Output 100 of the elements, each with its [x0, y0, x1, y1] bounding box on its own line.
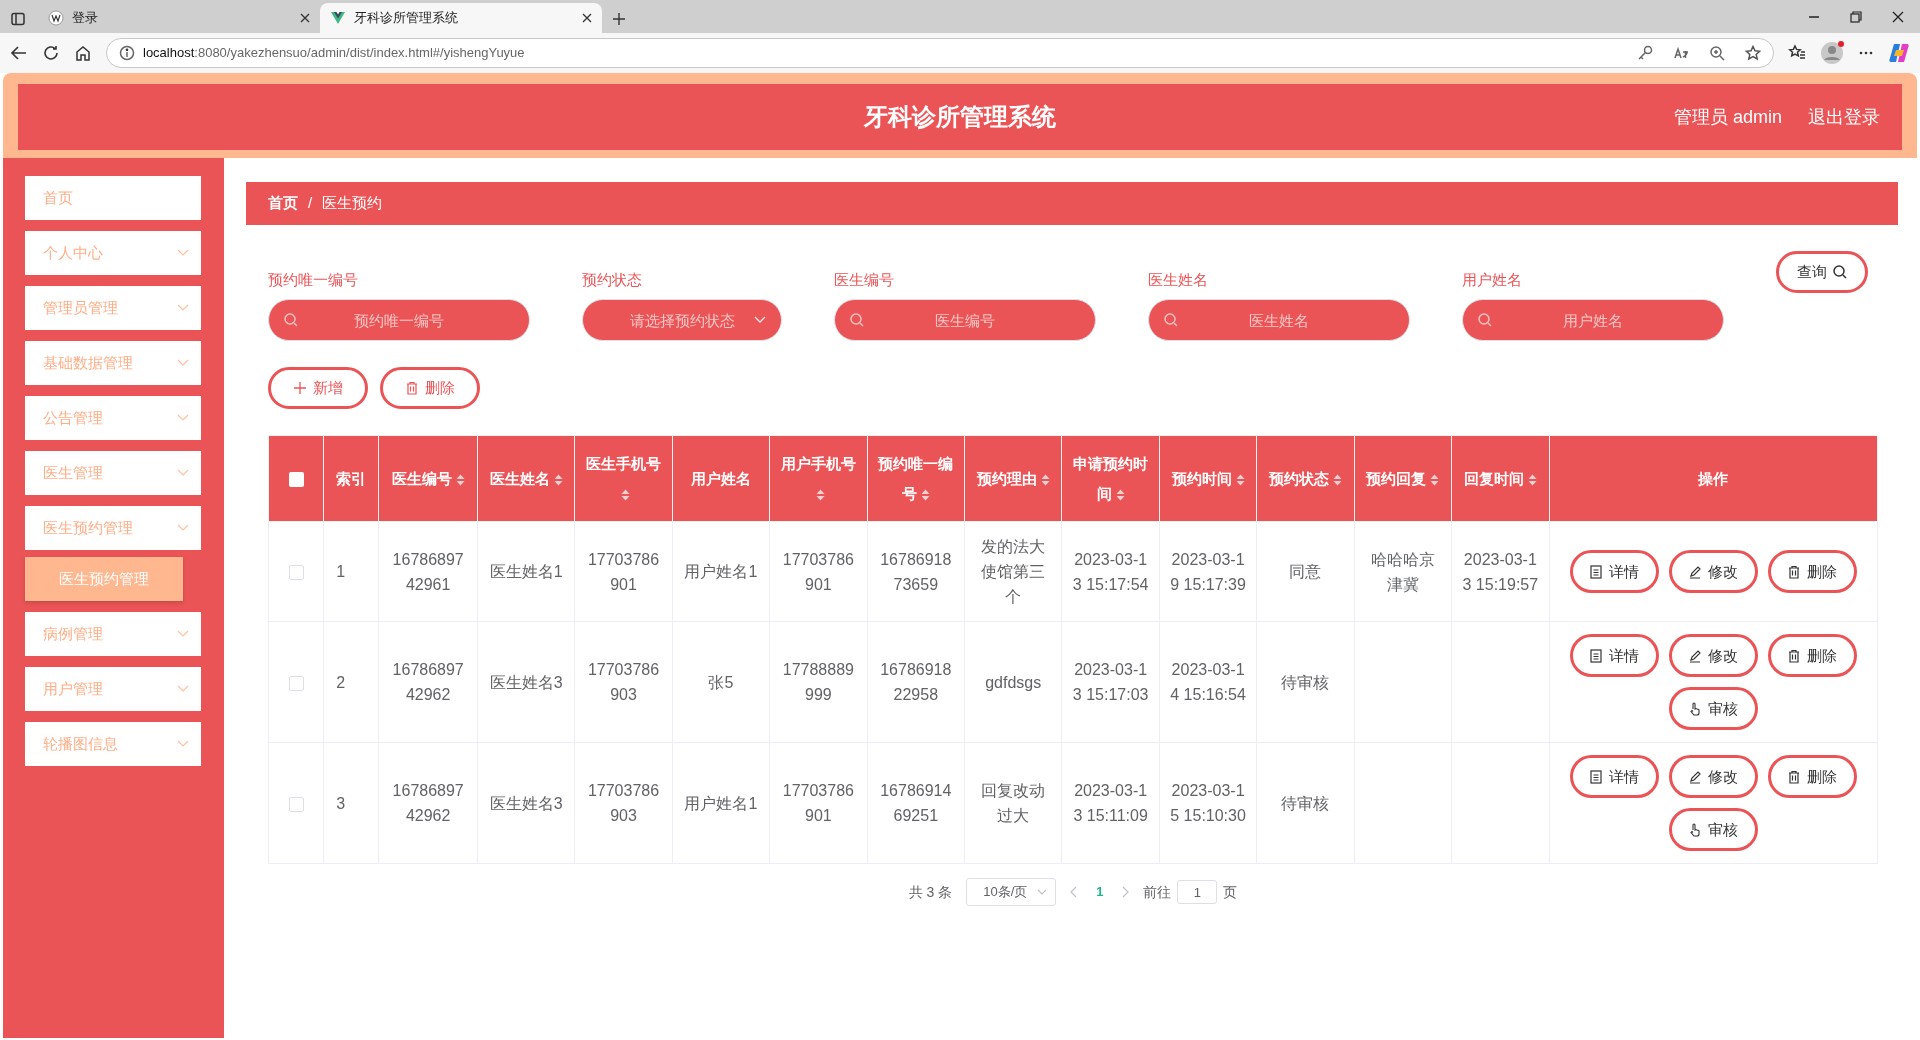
- table-cell: 1678691822958: [880, 661, 952, 703]
- row-checkbox[interactable]: [288, 796, 304, 812]
- sidebar-item[interactable]: 公告管理: [25, 396, 201, 440]
- table-cell: 17703786903: [587, 782, 660, 824]
- sort-icon[interactable]: [621, 487, 630, 502]
- zoom-icon[interactable]: [1709, 45, 1725, 61]
- sort-icon[interactable]: [1040, 472, 1050, 487]
- detail-button[interactable]: 详情: [1569, 550, 1659, 593]
- new-tab-icon[interactable]: [612, 12, 626, 26]
- table-cell: 17703786901: [587, 550, 660, 593]
- sort-icon[interactable]: [1332, 472, 1342, 487]
- document-icon: [1589, 564, 1604, 579]
- page-input[interactable]: 1: [1177, 880, 1218, 904]
- trash-icon: [1787, 769, 1802, 784]
- sidebar-item[interactable]: 用户管理: [25, 667, 201, 711]
- delete-button[interactable]: 删除: [1767, 550, 1857, 593]
- sidebar-item[interactable]: 医生管理: [25, 451, 201, 495]
- search-field[interactable]: 医生姓名: [1148, 299, 1410, 341]
- app-title: 牙科诊所管理系统: [864, 102, 1056, 132]
- review-button[interactable]: 审核: [1668, 687, 1758, 730]
- sidebar-item[interactable]: 病例管理: [25, 612, 201, 656]
- sidebar-item[interactable]: 个人中心: [25, 231, 201, 275]
- restore-icon[interactable]: [1850, 10, 1862, 23]
- table-cell: 2023-03-13 15:19:57: [1462, 550, 1539, 593]
- address-bar[interactable]: localhost:8080/yakezhensuo/admin/dist/index.html#/yishengYuyue: [106, 38, 1774, 68]
- page-number[interactable]: 1: [1092, 882, 1108, 902]
- page-size-select[interactable]: 10条/页: [966, 878, 1057, 906]
- sort-icon[interactable]: [1115, 487, 1125, 502]
- sort-icon[interactable]: [815, 487, 825, 502]
- table-cell: 待审核: [1281, 794, 1330, 812]
- edit-button[interactable]: 修改: [1668, 755, 1758, 798]
- table-cell: 同意: [1289, 563, 1322, 580]
- table-cell: 2: [336, 673, 346, 691]
- reload-icon[interactable]: [42, 44, 60, 62]
- info-icon: [119, 45, 135, 61]
- chevron-down-icon: [1037, 889, 1048, 895]
- status-select[interactable]: 请选择预约状态: [582, 299, 782, 341]
- letter-w-favicon-icon: [48, 10, 64, 26]
- pointing-hand-icon: [1688, 701, 1703, 716]
- copilot-logo-icon[interactable]: [1888, 42, 1910, 64]
- user-label: 管理员 admin: [1673, 105, 1782, 129]
- row-checkbox[interactable]: [288, 675, 304, 691]
- add-button[interactable]: 新增: [268, 367, 368, 409]
- table-cell: 回复改动过大: [981, 782, 1046, 824]
- pencil-icon: [1688, 648, 1703, 663]
- sidebar-item[interactable]: 医生预约管理: [25, 506, 201, 550]
- breadcrumb-link[interactable]: 医生预约: [322, 192, 383, 215]
- field-label: 预约唯一编号: [268, 270, 359, 290]
- browser-tab[interactable]: 牙科诊所管理系统: [320, 3, 602, 33]
- star-icon[interactable]: [1745, 45, 1761, 61]
- search-icon: [284, 313, 298, 327]
- sort-icon[interactable]: [1430, 472, 1440, 487]
- avatar-icon[interactable]: [1820, 41, 1844, 65]
- read-aloud-icon[interactable]: [1673, 45, 1689, 61]
- sidebar-item[interactable]: 首页: [25, 176, 201, 220]
- table-cell: 1678689742961: [392, 550, 464, 593]
- back-arrow-icon[interactable]: [10, 44, 28, 62]
- delete-button[interactable]: 删除: [1767, 634, 1857, 677]
- row-checkbox[interactable]: [288, 565, 304, 581]
- sidebar-item[interactable]: 基础数据管理: [25, 341, 201, 385]
- table-cell: 用户姓名1: [684, 563, 758, 580]
- pointing-hand-icon: [1688, 822, 1703, 837]
- detail-button[interactable]: 详情: [1569, 755, 1659, 798]
- delete-button[interactable]: 删除: [1767, 755, 1857, 798]
- search-field[interactable]: 用户姓名: [1462, 299, 1724, 341]
- sidebar-item[interactable]: 管理员管理: [25, 286, 201, 330]
- sort-icon[interactable]: [1235, 472, 1245, 487]
- favorites-icon[interactable]: [1788, 44, 1806, 62]
- tab-strip-icon[interactable]: [10, 11, 26, 27]
- edit-button[interactable]: 修改: [1668, 550, 1758, 593]
- home-icon[interactable]: [74, 44, 92, 62]
- sort-icon[interactable]: [920, 487, 930, 502]
- sidebar-item[interactable]: 轮播图信息: [25, 722, 201, 766]
- select-all-checkbox[interactable]: [288, 472, 304, 488]
- search-field[interactable]: 预约唯一编号: [268, 299, 530, 341]
- table-cell: 发的法大使馆第三个: [981, 538, 1046, 605]
- chevron-down-icon: [177, 740, 189, 748]
- field-label: 医生姓名: [1148, 270, 1209, 290]
- table-cell: 17703786901: [782, 782, 854, 824]
- sort-icon[interactable]: [1527, 472, 1537, 487]
- chevron-down-icon: [754, 316, 766, 324]
- query-button[interactable]: 查询: [1776, 251, 1868, 293]
- search-field[interactable]: 医生编号: [834, 299, 1096, 341]
- logout-link[interactable]: 退出登录: [1808, 103, 1880, 131]
- v-logo-icon: [330, 10, 346, 26]
- sort-icon[interactable]: [455, 472, 465, 487]
- close-icon[interactable]: [582, 13, 592, 23]
- close-icon[interactable]: [300, 13, 310, 23]
- browser-tab[interactable]: 登录: [38, 3, 320, 33]
- review-button[interactable]: 审核: [1668, 808, 1758, 851]
- table-cell: 1678689742962: [392, 661, 464, 703]
- page-suffix: 页: [1223, 882, 1238, 902]
- edit-button[interactable]: 修改: [1668, 634, 1758, 677]
- sort-icon[interactable]: [553, 472, 563, 487]
- search-icon: [1833, 265, 1847, 279]
- detail-button[interactable]: 详情: [1569, 634, 1659, 677]
- delete-button[interactable]: 删除: [380, 367, 480, 409]
- close-icon[interactable]: [1892, 10, 1904, 23]
- breadcrumb-link[interactable]: 首页: [268, 192, 298, 215]
- key-icon[interactable]: [1637, 45, 1653, 61]
